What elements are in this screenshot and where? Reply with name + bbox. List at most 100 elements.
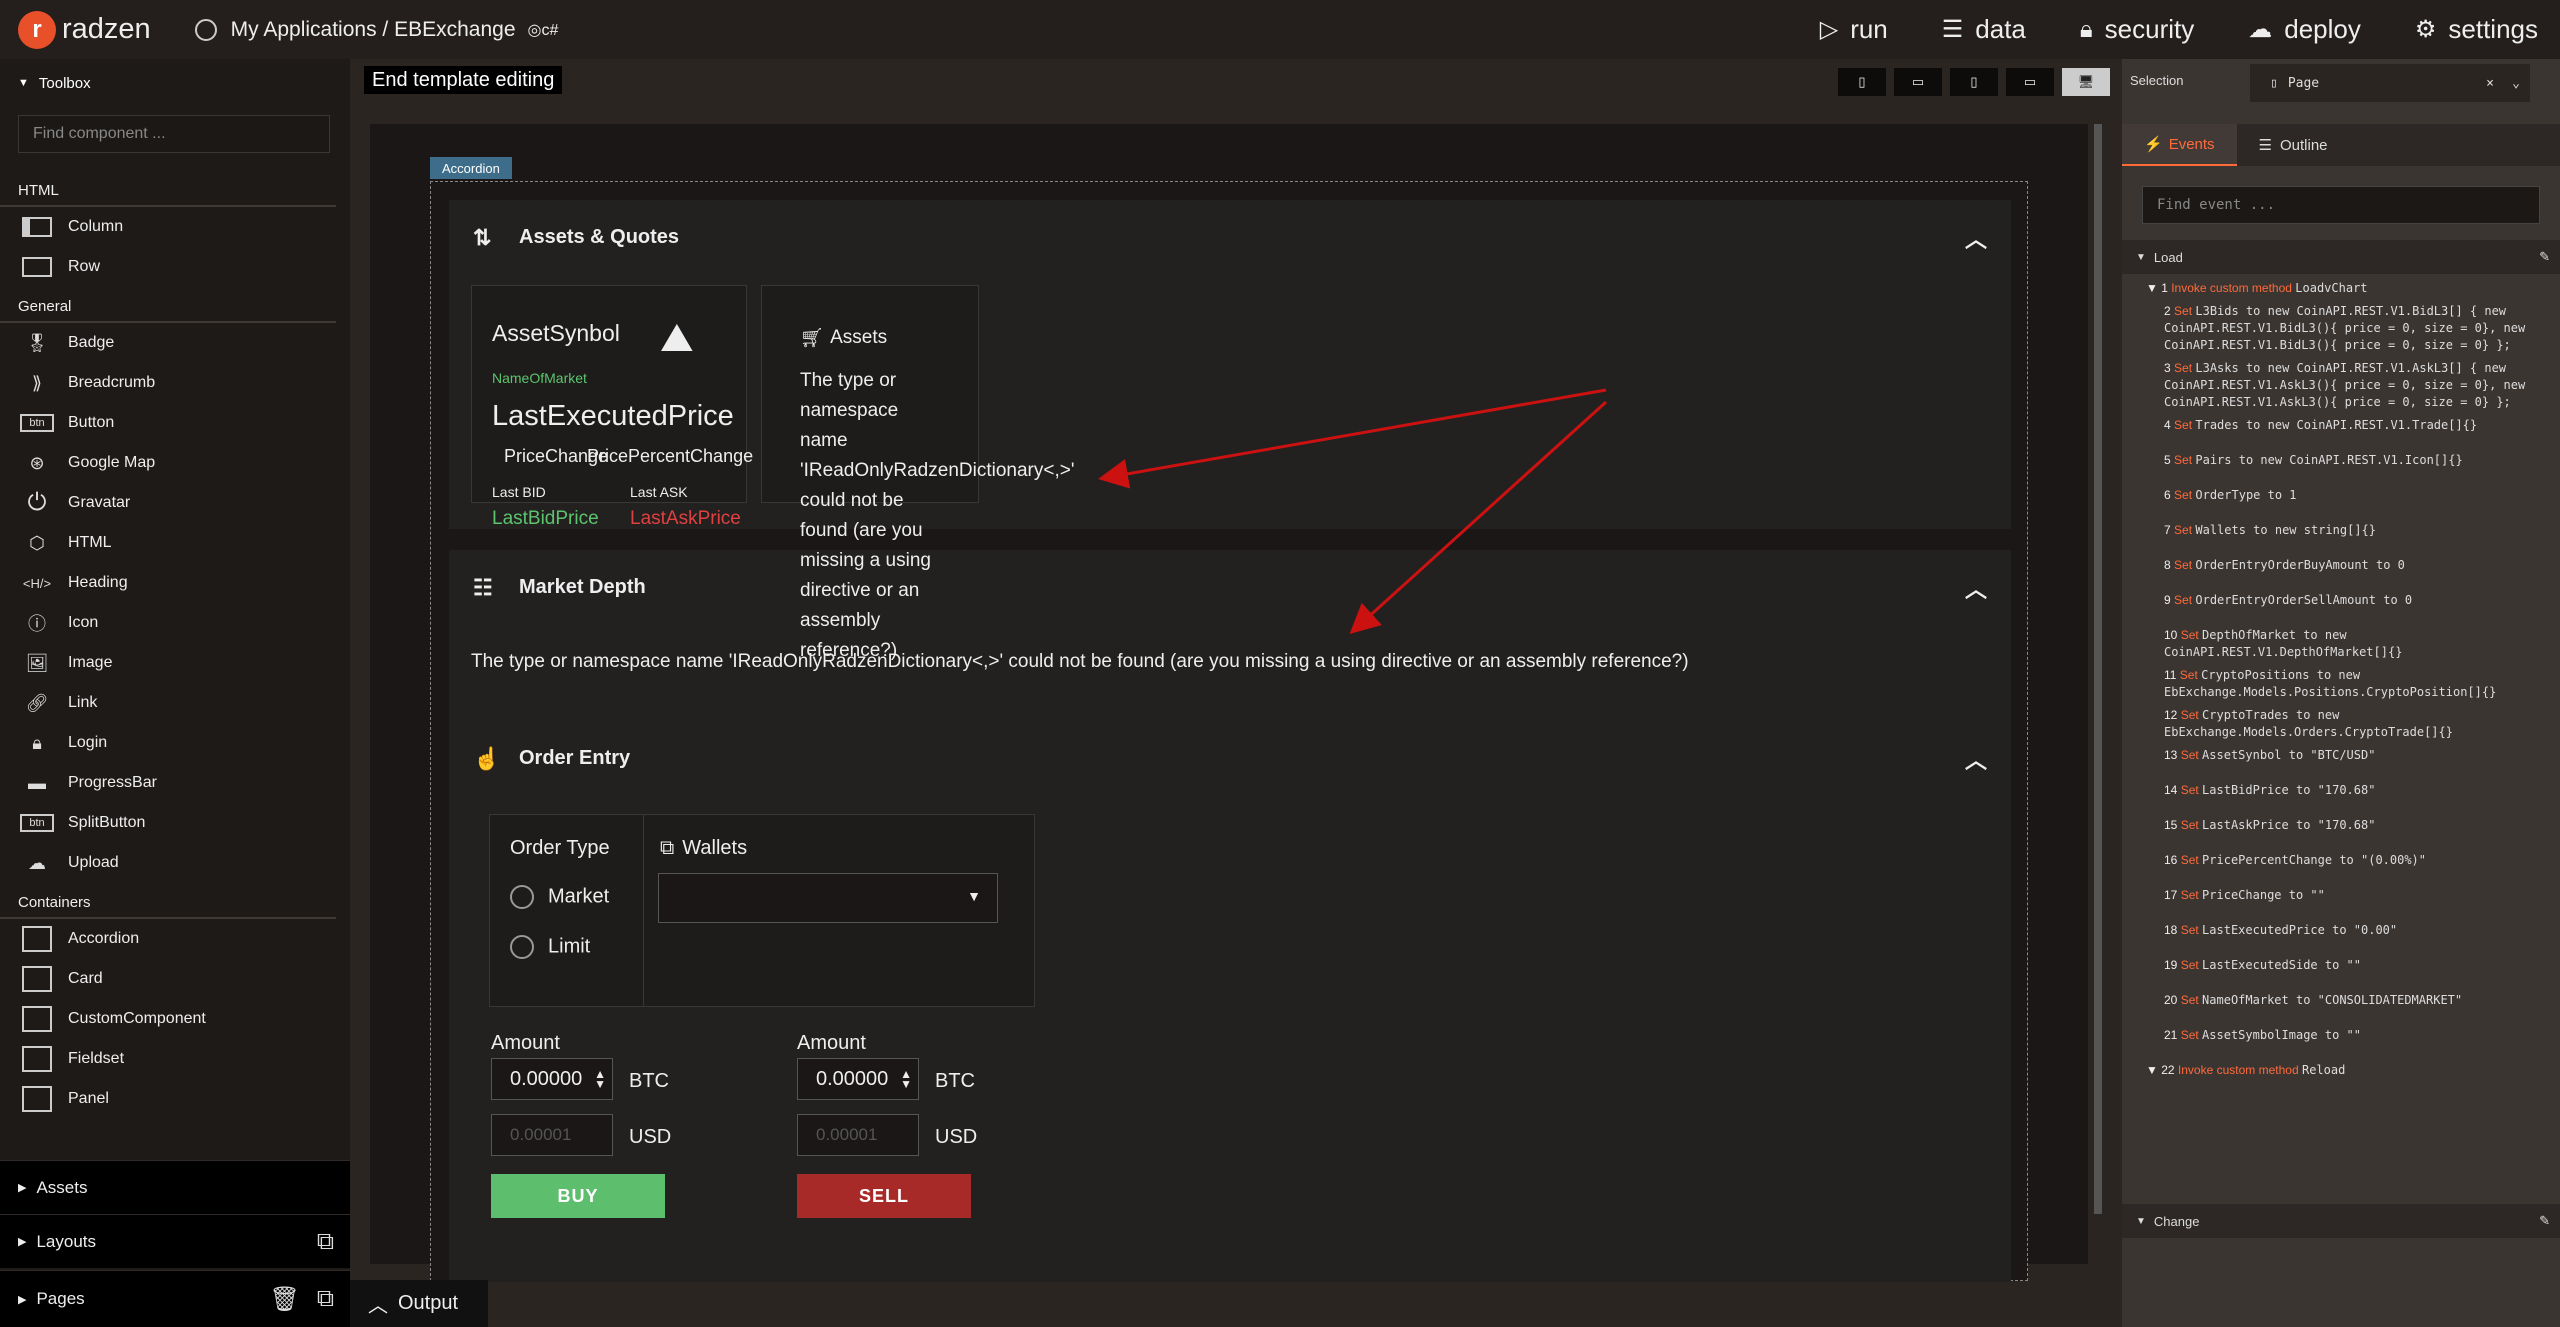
component-card[interactable]: Card [0,959,350,999]
security-label: security [2104,14,2195,44]
component-row[interactable]: Row [0,247,350,287]
deploy-button[interactable]: ☁ deploy [2248,14,2361,45]
pages-section[interactable]: ▶ Pages 🗑︎ ⧉ [0,1270,350,1327]
desktop-icon[interactable]: 🖥︎ [2062,68,2110,96]
event-action-2[interactable]: 2 Set L3Bids to new CoinAPI.REST.V1.BidL… [2146,303,2546,354]
event-action-17[interactable]: 17 Set PriceChange to "" [2146,887,2546,904]
component-link[interactable]: 🔗︎ Link [0,683,350,723]
event-action-7[interactable]: 7 Set Wallets to new string[]{} [2146,522,2546,539]
tab-outline[interactable]: ☰ Outline [2237,124,2350,166]
event-action-14[interactable]: 14 Set LastBidPrice to "170.68" [2146,782,2546,799]
canvas-scrollbar[interactable] [2094,124,2102,1214]
event-change-header[interactable]: ▼ Change ✎ [2122,1204,2560,1238]
component-fieldset[interactable]: Fieldset [0,1039,350,1079]
component-accordion[interactable]: Accordion [0,919,350,959]
event-action-3[interactable]: 3 Set L3Asks to new CoinAPI.REST.V1.AskL… [2146,360,2546,411]
sell-button[interactable]: SELL [797,1174,971,1218]
selection-dropdown[interactable]: ▯ Page × ⌄ [2250,64,2530,102]
event-action-12[interactable]: 12 Set CryptoTrades to new EbExchange.Mo… [2146,707,2546,741]
selected-component-tag[interactable]: Accordion [430,157,512,179]
component-search-input[interactable]: Find component ... [18,115,330,153]
event-action-4[interactable]: 4 Set Trades to new CoinAPI.REST.V1.Trad… [2146,417,2546,434]
component-heading[interactable]: <H/> Heading [0,563,350,603]
accordion-header-assets[interactable]: ⇅ Assets & Quotes ︿ [449,200,2011,275]
component-upload[interactable]: ☁ Upload [0,843,350,883]
component-splitbutton[interactable]: btn SplitButton [0,803,350,843]
component-label: Card [68,970,103,987]
security-button[interactable]: 🔒︎ security [2080,14,2194,45]
event-action-22[interactable]: ▼ 22 Invoke custom method Reload [2146,1062,2546,1079]
layouts-section[interactable]: ▶ Layouts ⧉ [0,1214,350,1268]
event-action-9[interactable]: 9 Set OrderEntryOrderSellAmount to 0 [2146,592,2546,609]
tab-label: Outline [2280,136,2328,154]
phone-icon[interactable]: ▯ [1838,68,1886,96]
component-html[interactable]: ⬡ HTML [0,523,350,563]
component-google-map[interactable]: ⊛ Google Map [0,443,350,483]
event-action-6[interactable]: 6 Set OrderType to 1 [2146,487,2546,504]
tab-events[interactable]: ⚡ Events [2122,124,2237,166]
component-customcomponent[interactable]: CustomComponent [0,999,350,1039]
wallets-dropdown[interactable]: ▼ [658,873,998,923]
accordion-title: Order Entry [519,747,631,769]
sell-amount-input[interactable]: 0.00000 ▲ ▼ [797,1058,919,1100]
component-column[interactable]: Column [0,207,350,247]
component-label: Breadcrumb [68,374,156,391]
data-button[interactable]: ☰ data [1942,14,2026,45]
breadcrumb-icon: ⟫ [31,372,42,393]
event-action-18[interactable]: 18 Set LastExecutedPrice to "0.00" [2146,922,2546,939]
component-breadcrumb[interactable]: ⟫ Breadcrumb [0,363,350,403]
toolbox-header[interactable]: ▼ Toolbox [0,63,350,103]
event-action-21[interactable]: 21 Set AssetSymbolImage to "" [2146,1027,2546,1044]
tablet-icon[interactable]: ▯ [1950,68,1998,96]
new-page-icon[interactable]: ⧉ [317,1285,334,1313]
event-action-5[interactable]: 5 Set Pairs to new CoinAPI.REST.V1.Icon[… [2146,452,2546,469]
component-login[interactable]: 🔒︎ Login [0,723,350,763]
component-button[interactable]: btn Button [0,403,350,443]
accordion-header-order-entry[interactable]: ☝ Order Entry ︿ [449,721,2011,796]
component-panel[interactable]: Panel [0,1079,350,1119]
edit-icon[interactable]: ✎ [2539,249,2550,265]
event-action-1[interactable]: ▼ 1 Invoke custom method LoadvChart [2146,280,2546,297]
clear-icon[interactable]: × [2486,76,2494,91]
accordion[interactable]: ⇅ Assets & Quotes ︿ AssetSynbol ⛰ NameOf… [430,181,2028,1282]
event-action-20[interactable]: 20 Set NameOfMarket to "CONSOLIDATEDMARK… [2146,992,2546,1009]
event-action-15[interactable]: 15 Set LastAskPrice to "170.68" [2146,817,2546,834]
spinner-icon[interactable]: ▲ ▼ [900,1068,912,1090]
event-search-input[interactable]: Find event ... [2142,186,2540,224]
event-action-11[interactable]: 11 Set CryptoPositions to new EbExchange… [2146,667,2546,701]
run-button[interactable]: ▷ run [1820,14,1888,45]
radio-limit[interactable]: Limit [510,935,590,959]
event-action-19[interactable]: 19 Set LastExecutedSide to "" [2146,957,2546,974]
sell-limit-input[interactable]: 0.00001 [797,1114,919,1156]
radzen-logo[interactable]: r radzen [18,10,151,49]
event-action-13[interactable]: 13 Set AssetSynbol to "BTC/USD" [2146,747,2546,764]
edit-icon[interactable]: ✎ [2539,1213,2550,1229]
component-badge[interactable]: 🎖︎ Badge [0,323,350,363]
buy-amount-input[interactable]: 0.00000 ▲ ▼ [491,1058,613,1100]
phone-landscape-icon[interactable]: ▭ [1894,68,1942,96]
end-template-editing-button[interactable]: End template editing [364,66,563,94]
event-action-number: 7 [2164,523,2175,537]
accordion-header-market-depth[interactable]: ☷ Market Depth ︿ [449,550,2011,625]
component-image[interactable]: 🖼︎ Image [0,643,350,683]
spinner-icon[interactable]: ▲ ▼ [594,1068,606,1090]
trash-icon[interactable]: 🗑︎ [270,1285,300,1314]
component-progressbar[interactable]: ▬ ProgressBar [0,763,350,803]
assets-section[interactable]: ▶ Assets [0,1160,350,1214]
buy-limit-input[interactable]: 0.00001 [491,1114,613,1156]
settings-button[interactable]: ⚙ settings [2415,14,2538,45]
buy-button[interactable]: BUY [491,1174,665,1218]
breadcrumb[interactable]: My Applications / EBExchange ◎c# [194,18,558,42]
event-action-8[interactable]: 8 Set OrderEntryOrderBuyAmount to 0 [2146,557,2546,574]
tablet-landscape-icon[interactable]: ▭ [2006,68,2054,96]
output-toggle[interactable]: ︿ Output [350,1280,488,1327]
layouts-label: Layouts [36,1231,97,1251]
new-layout-icon[interactable]: ⧉ [317,1228,334,1256]
card-icon [20,966,54,992]
component-icon[interactable]: ⓘ Icon [0,603,350,643]
radio-market[interactable]: Market [510,885,609,909]
event-load-header[interactable]: ▼ Load ✎ [2122,240,2560,274]
event-action-16[interactable]: 16 Set PricePercentChange to "(0.00%)" [2146,852,2546,869]
event-action-10[interactable]: 10 Set DepthOfMarket to new CoinAPI.REST… [2146,627,2546,661]
component-gravatar[interactable]: ⏻ Gravatar [0,483,350,523]
